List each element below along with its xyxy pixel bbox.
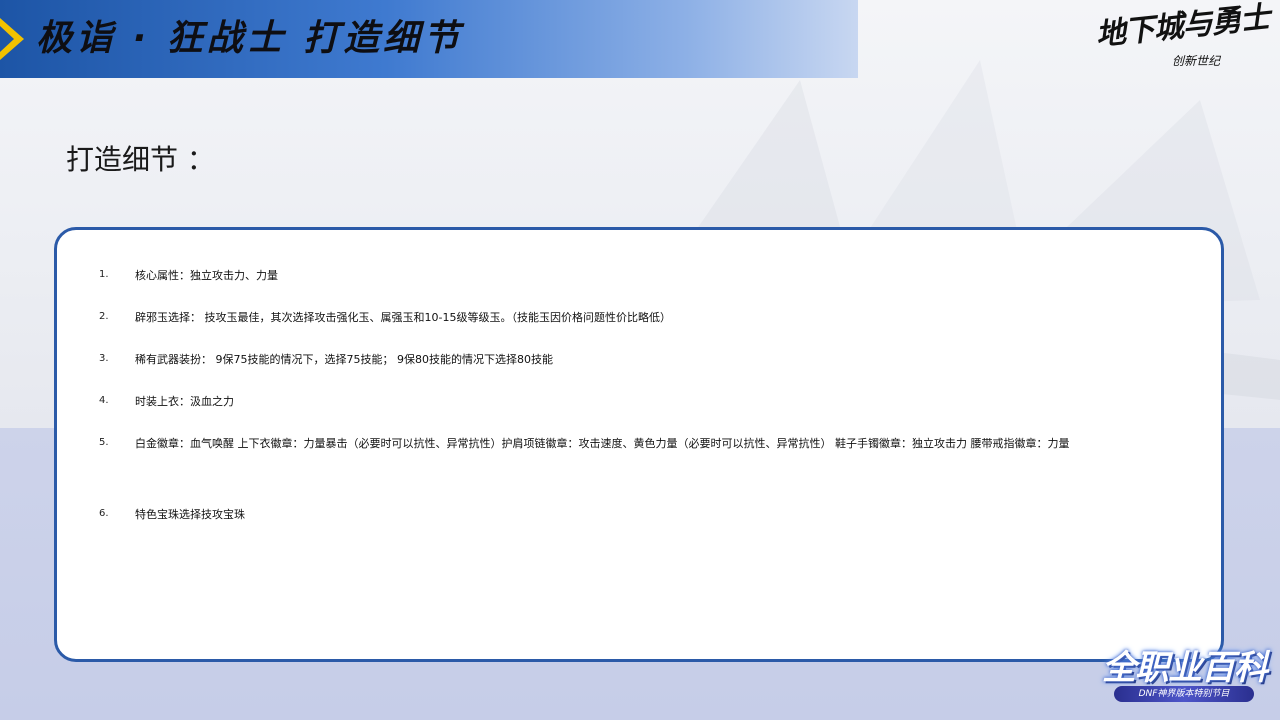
- badge-main-text: 全职业百科: [1102, 648, 1268, 688]
- section-heading: 打造细节 ：: [66, 143, 215, 176]
- list-item-number: 4.: [99, 395, 109, 406]
- list-item-number: 2.: [99, 311, 109, 322]
- game-logo: 地下城与勇士 创新世纪: [1094, 0, 1271, 76]
- badge-sub-text: DNF神界版本特别节目: [1114, 686, 1254, 702]
- list-item-text: 辟邪玉选择： 技攻玉最佳，其次选择攻击强化玉、属强玉和10-15级等级玉。（技能…: [135, 311, 671, 324]
- content-box: 1. 核心属性：独立攻击力、力量 2. 辟邪玉选择： 技攻玉最佳，其次选择攻击强…: [54, 227, 1224, 662]
- logo-main-text: 地下城与勇士: [1094, 0, 1271, 54]
- list-item-text: 时装上衣：汲血之力: [135, 395, 234, 408]
- list-item-number: 6.: [99, 508, 109, 519]
- program-badge: 全职业百科 DNF神界版本特别节目: [1098, 632, 1268, 712]
- list-item-text: 白金徽章：血气唤醒 上下衣徽章：力量暴击（必要时可以抗性、异常抗性）护肩项链徽章…: [135, 437, 1070, 450]
- list-item-number: 5.: [99, 437, 109, 448]
- list-item-text: 核心属性：独立攻击力、力量: [135, 269, 278, 282]
- list-item-number: 3.: [99, 353, 109, 364]
- chevron-right-icon: [0, 18, 24, 60]
- list-item-text: 稀有武器装扮： 9保75技能的情况下，选择75技能； 9保80技能的情况下选择8…: [135, 353, 553, 366]
- list-item-number: 1.: [99, 269, 109, 280]
- page-title: 极诣 · 狂战士 打造细节: [36, 18, 464, 59]
- list-item-text: 特色宝珠选择技攻宝珠: [135, 508, 245, 521]
- logo-sub-text: 创新世纪: [1172, 54, 1221, 68]
